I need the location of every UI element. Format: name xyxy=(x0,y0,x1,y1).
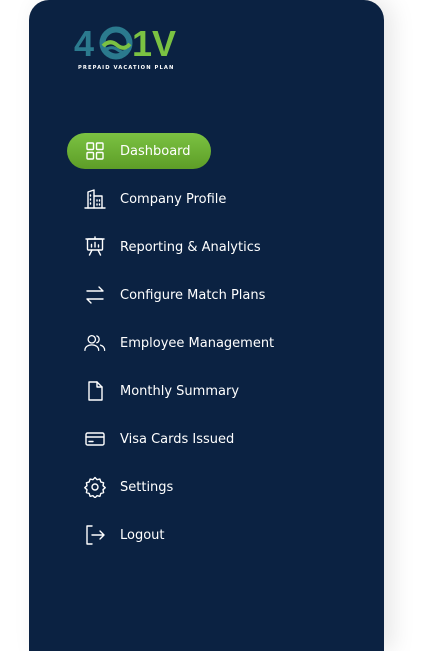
logo-mark: 4 1V xyxy=(74,24,176,64)
sidebar-item-employee-management[interactable]: Employee Management xyxy=(67,325,274,361)
sidebar-item-label: Reporting & Analytics xyxy=(120,239,261,255)
sidebar-item-company-profile[interactable]: Company Profile xyxy=(67,181,274,217)
grid-icon xyxy=(84,140,106,162)
sidebar-item-reporting-analytics[interactable]: Reporting & Analytics xyxy=(67,229,274,265)
gear-icon xyxy=(84,476,106,498)
sidebar-item-label: Configure Match Plans xyxy=(120,287,266,303)
logo-text-1v: 1V xyxy=(132,24,176,64)
arrows-swap-icon xyxy=(84,284,106,306)
logout-icon xyxy=(84,524,106,546)
sidebar-item-settings[interactable]: Settings xyxy=(67,469,274,505)
sidebar-item-label: Company Profile xyxy=(120,191,227,207)
logo-tagline: PREPAID VACATION PLAN xyxy=(78,65,175,71)
sidebar-item-visa-cards-issued[interactable]: Visa Cards Issued xyxy=(67,421,274,457)
sidebar: 4 1V PREPAID VACATION PLAN Dashboard Com… xyxy=(29,0,384,651)
sidebar-item-dashboard[interactable]: Dashboard xyxy=(67,133,211,169)
sidebar-item-logout[interactable]: Logout xyxy=(67,517,274,553)
sidebar-item-label: Settings xyxy=(120,479,174,495)
sidebar-item-label: Logout xyxy=(120,527,165,543)
sidebar-item-label: Visa Cards Issued xyxy=(120,431,235,447)
users-icon xyxy=(84,332,106,354)
sidebar-item-monthly-summary[interactable]: Monthly Summary xyxy=(67,373,274,409)
document-icon xyxy=(84,380,106,402)
building-icon xyxy=(84,188,106,210)
sidebar-item-configure-match-plans[interactable]: Configure Match Plans xyxy=(67,277,274,313)
presentation-chart-icon xyxy=(84,236,106,258)
sidebar-item-label: Employee Management xyxy=(120,335,275,351)
credit-card-icon xyxy=(84,428,106,450)
brand-logo[interactable]: 4 1V PREPAID VACATION PLAN xyxy=(74,24,194,76)
logo-wave-zero-icon xyxy=(99,26,133,60)
logo-digit-four: 4 xyxy=(74,24,94,64)
sidebar-item-label: Monthly Summary xyxy=(120,383,240,399)
sidebar-menu: Dashboard Company Profile Reporting & An… xyxy=(67,133,274,565)
sidebar-item-label: Dashboard xyxy=(120,143,191,159)
